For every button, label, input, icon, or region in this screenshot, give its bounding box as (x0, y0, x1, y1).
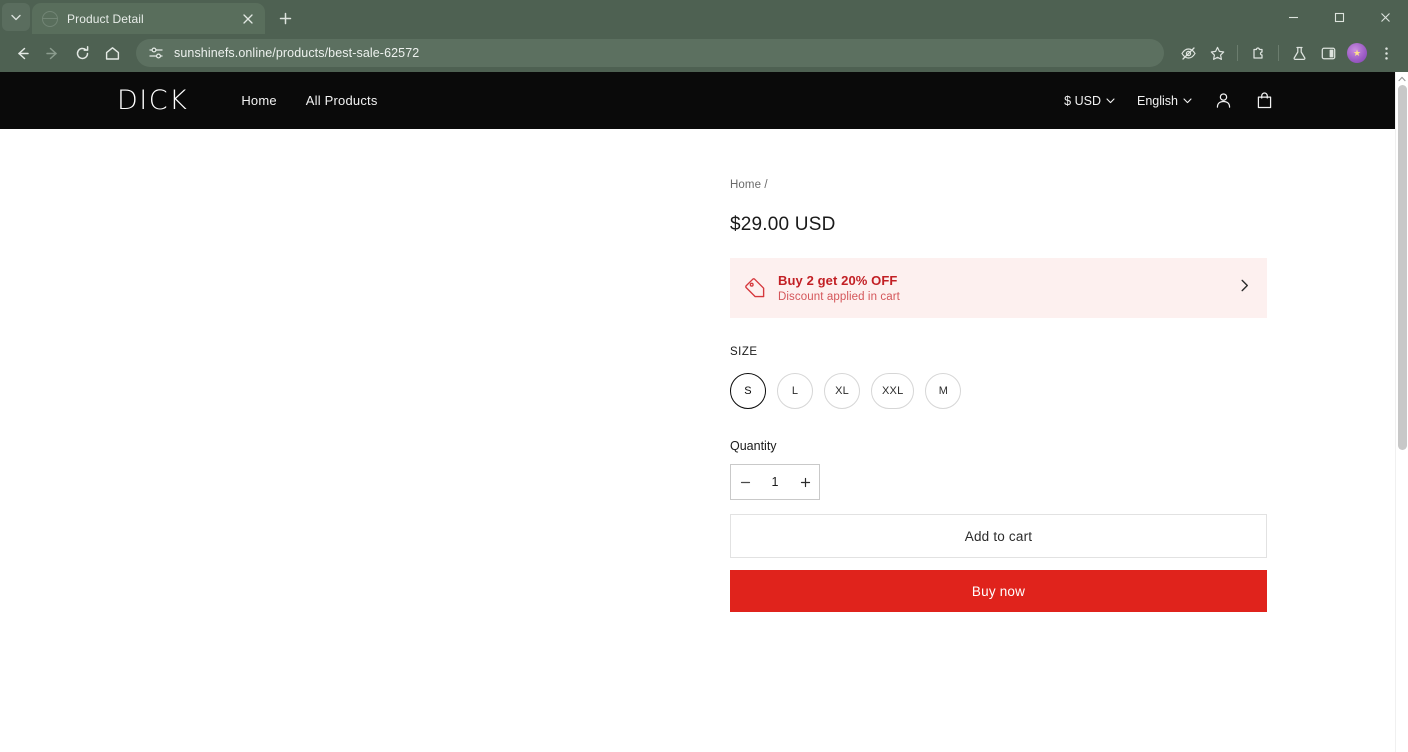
address-bar[interactable]: sunshinefs.online/products/best-sale-625… (136, 39, 1164, 67)
tab-close-icon[interactable] (239, 10, 257, 28)
size-option-m[interactable]: M (925, 373, 962, 409)
person-icon (1216, 93, 1231, 108)
sidepanel-icon (1321, 47, 1335, 59)
quantity-stepper: 1 (730, 464, 820, 500)
home-button[interactable] (98, 39, 126, 67)
promo-title: Buy 2 get 20% OFF (778, 273, 898, 288)
currency-label: $ USD (1064, 93, 1101, 108)
minus-icon (740, 481, 750, 483)
size-option-xl[interactable]: XL (824, 373, 860, 409)
close-icon (243, 13, 253, 24)
size-option-l[interactable]: L (777, 373, 813, 409)
plus-icon (800, 477, 810, 487)
product-info-column: Home / $29.00 USD Buy 2 get 20% OFF Disc… (730, 179, 1267, 612)
page-scrollbar[interactable] (1395, 72, 1408, 752)
puzzle-icon (1252, 46, 1263, 59)
quantity-label: Quantity (730, 439, 777, 453)
star-icon (1210, 46, 1224, 60)
site-settings-icon (149, 47, 163, 59)
quantity-value[interactable]: 1 (759, 475, 791, 489)
size-label: SIZE (730, 346, 758, 358)
plus-icon (279, 12, 291, 24)
scrollbar-up-arrow[interactable] (1396, 72, 1408, 85)
language-label: English (1137, 93, 1178, 108)
language-selector[interactable]: English (1137, 94, 1192, 108)
promo-banner[interactable]: Buy 2 get 20% OFF Discount applied in ca… (730, 258, 1267, 318)
reload-icon (76, 45, 88, 59)
url-text: sunshinefs.online/products/best-sale-625… (174, 46, 420, 60)
price-tag-icon (744, 277, 766, 299)
quantity-increase-button[interactable] (791, 465, 819, 499)
chevron-down-icon (11, 14, 21, 21)
browser-window: Product Detail sunshinefs.online/product… (0, 0, 1408, 752)
eye-slash-icon (1180, 46, 1196, 60)
currency-selector[interactable]: $ USD (1064, 94, 1115, 108)
chevron-down-icon (1183, 97, 1192, 103)
product-price: $29.00 USD (730, 214, 836, 235)
size-options: S L XL XXL M (730, 373, 1267, 409)
maximize-icon (1334, 12, 1344, 22)
chevron-down-icon (1106, 97, 1115, 103)
globe-favicon (41, 10, 58, 27)
profile-button[interactable]: ★ (1343, 39, 1371, 67)
account-button[interactable] (1214, 91, 1233, 110)
tracking-protection-button[interactable] (1174, 39, 1202, 67)
size-option-s[interactable]: S (730, 373, 766, 409)
site-logo[interactable]: DICK (117, 87, 188, 114)
chevron-right-icon[interactable] (1238, 279, 1251, 297)
quantity-decrease-button[interactable] (731, 465, 759, 499)
nav-item-home[interactable]: Home (241, 93, 276, 108)
minimize-icon (1288, 16, 1298, 18)
browser-tab[interactable]: Product Detail (32, 3, 265, 34)
close-icon (1380, 12, 1390, 22)
forward-button[interactable] (38, 39, 66, 67)
forward-arrow-icon (45, 47, 57, 59)
chevron-right-glyph (1241, 279, 1248, 292)
site-header: DICK Home All Products $ USD English (0, 72, 1395, 129)
window-controls (1270, 0, 1408, 34)
back-button[interactable] (8, 39, 36, 67)
header-utilities: $ USD English (1064, 91, 1274, 110)
toolbar-actions: ★ (1174, 39, 1400, 67)
maximize-button[interactable] (1316, 0, 1362, 34)
toolbar-divider-2 (1278, 45, 1279, 61)
shopping-bag-icon (1257, 92, 1272, 109)
side-panel-button[interactable] (1314, 39, 1342, 67)
browser-menu-button[interactable] (1372, 39, 1400, 67)
breadcrumb: Home / (730, 179, 1267, 191)
bookmark-button[interactable] (1203, 39, 1231, 67)
avatar: ★ (1347, 43, 1367, 63)
labs-button[interactable] (1285, 39, 1313, 67)
chevron-up-icon (1398, 76, 1406, 81)
page-viewport: DICK Home All Products $ USD English Hom… (0, 72, 1408, 752)
promo-text: Buy 2 get 20% OFF Discount applied in ca… (778, 273, 1238, 303)
browser-toolbar: sunshinefs.online/products/best-sale-625… (0, 34, 1408, 72)
new-tab-button[interactable] (271, 4, 299, 32)
add-to-cart-button[interactable]: Add to cart (730, 514, 1267, 558)
promo-subtitle: Discount applied in cart (778, 291, 900, 303)
scrollbar-thumb[interactable] (1398, 85, 1407, 450)
breadcrumb-home-link[interactable]: Home / (730, 179, 768, 191)
close-window-button[interactable] (1362, 0, 1408, 34)
reload-button[interactable] (68, 39, 96, 67)
tab-title: Product Detail (67, 11, 144, 26)
extensions-button[interactable] (1244, 39, 1272, 67)
nav-item-all-products[interactable]: All Products (306, 93, 378, 108)
tab-search-icon[interactable] (2, 3, 30, 31)
back-arrow-icon (17, 47, 29, 59)
buy-now-button[interactable]: Buy now (730, 570, 1267, 612)
main-nav: Home All Products (241, 93, 377, 108)
tab-strip: Product Detail (0, 0, 1408, 34)
tag-icon (745, 278, 765, 298)
flask-icon (1293, 46, 1305, 60)
minimize-button[interactable] (1270, 0, 1316, 34)
home-icon (105, 46, 119, 60)
toolbar-divider (1237, 45, 1238, 61)
cart-button[interactable] (1255, 91, 1274, 110)
three-dot-menu-icon (1384, 46, 1388, 60)
tune-icon[interactable] (148, 45, 164, 61)
size-option-xxl[interactable]: XXL (871, 373, 915, 409)
